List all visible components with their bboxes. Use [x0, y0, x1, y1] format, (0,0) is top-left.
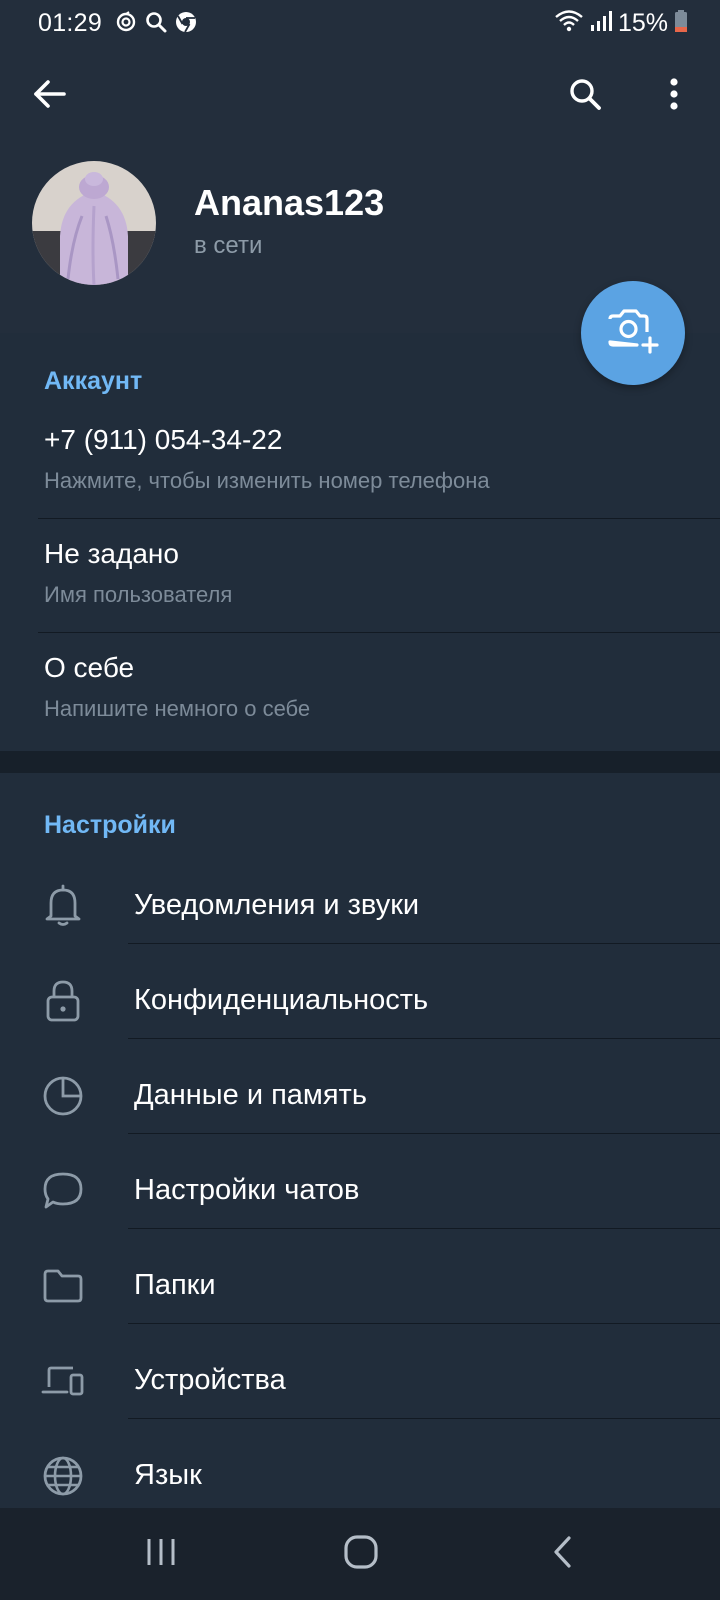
settings-section-title: Настройки — [44, 811, 176, 839]
recent-apps-button[interactable] — [126, 1524, 196, 1584]
profile-status: в сети — [194, 232, 263, 259]
more-menu-button[interactable] — [644, 66, 704, 126]
home-icon — [343, 1534, 379, 1575]
settings-item-label: Папки — [134, 1269, 216, 1301]
settings-item-label: Уведомления и звуки — [134, 889, 420, 921]
phone-number-value: +7 (911) 054-34-22 — [44, 424, 283, 455]
settings-item-privacy[interactable]: Конфиденциальность — [0, 953, 720, 1048]
status-bar: 01:29 15% — [0, 0, 720, 48]
bio-hint: Напишите немного о себе — [44, 696, 311, 721]
chrome-icon — [174, 10, 198, 39]
phone-number-hint: Нажмите, чтобы изменить номер телефона — [44, 468, 490, 493]
status-system-icons: 15% — [554, 8, 688, 38]
system-back-button[interactable] — [528, 1524, 598, 1584]
profile-name: Ananas123 — [194, 182, 385, 223]
settings-section: Настройки Уведомления и звуки Конфиденци… — [0, 773, 720, 1508]
settings-item-data-storage[interactable]: Данные и память — [0, 1048, 720, 1143]
devices-icon — [40, 1358, 86, 1404]
divider — [128, 1038, 720, 1039]
pie-chart-icon — [40, 1073, 86, 1119]
signal-icon — [590, 9, 612, 38]
section-separator — [0, 751, 720, 773]
divider — [128, 1133, 720, 1134]
status-notification-icons — [114, 10, 198, 39]
back-icon — [551, 1535, 575, 1574]
phone-number-item[interactable]: +7 (911) 054-34-22 Нажмите, чтобы измени… — [0, 405, 720, 518]
bio-item[interactable]: О себе Напишите немного о себе — [0, 633, 720, 746]
settings-item-chat-settings[interactable]: Настройки чатов — [0, 1143, 720, 1238]
arrow-left-icon — [33, 79, 67, 114]
back-button[interactable] — [20, 66, 80, 126]
divider — [128, 943, 720, 944]
folder-icon — [40, 1263, 86, 1309]
profile-header: 01:29 15% Ananas123 в сети — [0, 0, 720, 333]
sync-icon — [114, 10, 138, 39]
set-photo-button[interactable] — [581, 281, 685, 385]
bio-value: О себе — [44, 652, 135, 683]
more-vertical-icon — [669, 77, 679, 116]
search-icon — [567, 76, 603, 117]
battery-icon — [674, 9, 688, 38]
account-section: Аккаунт +7 (911) 054-34-22 Нажмите, чтоб… — [0, 333, 720, 751]
settings-item-label: Конфиденциальность — [134, 984, 429, 1016]
lock-icon — [40, 978, 86, 1024]
divider — [128, 1323, 720, 1324]
account-section-title: Аккаунт — [44, 367, 143, 395]
search-button[interactable] — [555, 66, 615, 126]
system-nav-bar — [0, 1508, 720, 1600]
username-item[interactable]: Не задано Имя пользователя — [0, 519, 720, 632]
settings-item-devices[interactable]: Устройства — [0, 1333, 720, 1428]
username-value: Не задано — [44, 538, 179, 569]
username-hint: Имя пользователя — [44, 582, 233, 607]
settings-item-label: Настройки чатов — [134, 1174, 360, 1206]
settings-item-folders[interactable]: Папки — [0, 1238, 720, 1333]
globe-icon — [40, 1453, 86, 1499]
settings-item-label: Язык — [134, 1459, 202, 1491]
chat-bubble-icon — [40, 1168, 86, 1214]
status-time: 01:29 — [38, 9, 103, 37]
divider — [128, 1418, 720, 1419]
divider — [128, 1228, 720, 1229]
home-button[interactable] — [326, 1524, 396, 1584]
settings-item-notifications[interactable]: Уведомления и звуки — [0, 858, 720, 953]
settings-item-label: Данные и память — [134, 1079, 367, 1111]
search-icon — [144, 10, 168, 39]
avatar[interactable] — [32, 161, 156, 285]
camera-add-icon — [606, 307, 660, 360]
wifi-icon — [554, 9, 584, 38]
recent-apps-icon — [144, 1536, 178, 1573]
battery-percent: 15% — [617, 8, 668, 37]
bell-icon — [40, 883, 86, 929]
settings-item-label: Устройства — [134, 1364, 286, 1396]
